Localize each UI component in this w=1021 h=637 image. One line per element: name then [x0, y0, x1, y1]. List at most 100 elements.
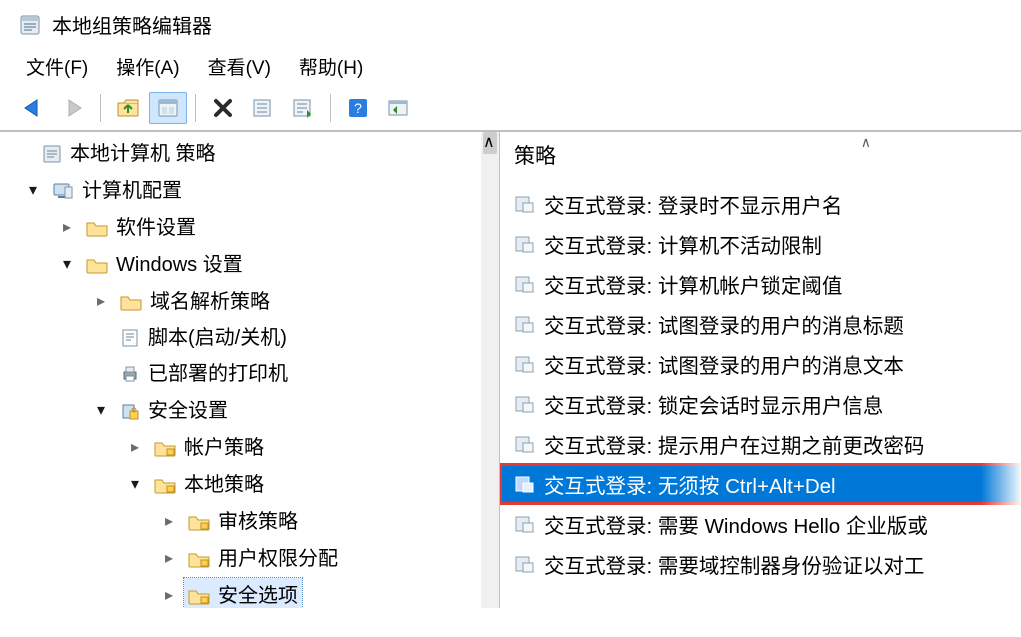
- tree-security-options[interactable]: 安全选项: [0, 577, 499, 608]
- policy-item-label: 交互式登录: 登录时不显示用户名: [544, 189, 842, 219]
- chevron-down-icon[interactable]: [24, 172, 42, 209]
- scroll-indicator-icon: ∧: [861, 134, 871, 151]
- policy-item[interactable]: 交互式登录: 锁定会话时显示用户信息: [500, 384, 1021, 424]
- policy-item[interactable]: 交互式登录: 试图登录的用户的消息标题: [500, 304, 1021, 344]
- policy-setting-icon: [514, 474, 534, 494]
- tree-label: 本地策略: [184, 467, 264, 503]
- window-title: 本地组策略编辑器: [52, 10, 212, 39]
- chevron-down-icon[interactable]: [58, 246, 76, 283]
- tree-label: 用户权限分配: [218, 541, 338, 577]
- policy-item-label: 交互式登录: 计算机不活动限制: [544, 229, 822, 259]
- folder-icon: [120, 293, 142, 311]
- scrollbar-thumb[interactable]: ∧: [483, 132, 497, 154]
- policy-setting-icon: [514, 274, 534, 294]
- menu-view[interactable]: 查看(V): [208, 53, 271, 80]
- folder-lock-icon: [188, 550, 210, 568]
- policy-setting-icon: [514, 314, 534, 334]
- chevron-right-icon[interactable]: [160, 577, 178, 608]
- tree-account-policy[interactable]: 帐户策略: [0, 429, 499, 466]
- policy-item[interactable]: 交互式登录: 试图登录的用户的消息文本: [500, 344, 1021, 384]
- policy-item[interactable]: 交互式登录: 计算机帐户锁定阈值: [500, 264, 1021, 304]
- delete-button[interactable]: [204, 92, 242, 124]
- chevron-right-icon[interactable]: [126, 429, 144, 466]
- toolbar-separator-3: [330, 94, 331, 122]
- main-panes: 本地计算机 策略 计算机配置: [0, 131, 1021, 608]
- policy-column-header[interactable]: 策略: [500, 132, 1021, 184]
- policy-list: 交互式登录: 登录时不显示用户名交互式登录: 计算机不活动限制交互式登录: 计算…: [500, 184, 1021, 584]
- tree-local-policy[interactable]: 本地策略: [0, 466, 499, 503]
- tree-label: 安全设置: [148, 393, 228, 429]
- console-root-icon: [42, 144, 62, 164]
- policy-item[interactable]: 交互式登录: 需要 Windows Hello 企业版或: [500, 504, 1021, 544]
- policy-item[interactable]: 交互式登录: 登录时不显示用户名: [500, 184, 1021, 224]
- tree-label: 软件设置: [116, 210, 196, 246]
- script-icon: [120, 328, 140, 348]
- tree-printers[interactable]: 已部署的打印机: [0, 356, 499, 392]
- tree-user-rights[interactable]: 用户权限分配: [0, 540, 499, 577]
- chevron-down-icon[interactable]: [92, 392, 110, 429]
- tree-audit-policy[interactable]: 审核策略: [0, 503, 499, 540]
- policy-setting-icon: [514, 394, 534, 414]
- policy-item[interactable]: 交互式登录: 提示用户在过期之前更改密码: [500, 424, 1021, 464]
- policy-setting-icon: [514, 514, 534, 534]
- policy-setting-icon: [514, 354, 534, 374]
- back-button[interactable]: [14, 92, 52, 124]
- policy-item-label: 交互式登录: 需要 Windows Hello 企业版或: [544, 509, 928, 539]
- forward-button[interactable]: [54, 92, 92, 124]
- tree-security-settings[interactable]: 安全设置: [0, 392, 499, 429]
- svg-text:?: ?: [354, 100, 362, 116]
- policy-item-label: 交互式登录: 提示用户在过期之前更改密码: [544, 429, 924, 459]
- tree-label: 脚本(启动/关机): [148, 320, 287, 356]
- help-button[interactable]: ?: [339, 92, 377, 124]
- tree-software-settings[interactable]: 软件设置: [0, 209, 499, 246]
- tree-dns-policy[interactable]: 域名解析策略: [0, 283, 499, 320]
- show-pane-button[interactable]: [379, 92, 417, 124]
- policy-item[interactable]: 交互式登录: 需要域控制器身份验证以对工: [500, 544, 1021, 584]
- tree-label: 已部署的打印机: [148, 356, 288, 392]
- tree: 本地计算机 策略 计算机配置: [0, 132, 499, 608]
- toolbar-separator: [100, 94, 101, 122]
- chevron-right-icon[interactable]: [160, 503, 178, 540]
- app-icon: [18, 13, 42, 37]
- chevron-right-icon[interactable]: [92, 283, 110, 320]
- tree-root-label: 本地计算机 策略: [70, 136, 216, 172]
- tree-pane: 本地计算机 策略 计算机配置: [0, 132, 500, 608]
- policy-item-label: 交互式登录: 试图登录的用户的消息标题: [544, 309, 904, 339]
- chevron-right-icon[interactable]: [58, 209, 76, 246]
- tree-computer-config[interactable]: 计算机配置: [0, 172, 499, 209]
- folder-lock-icon: [154, 439, 176, 457]
- tree-windows-settings[interactable]: Windows 设置: [0, 246, 499, 283]
- scrollbar[interactable]: ∧: [481, 132, 499, 608]
- policy-setting-icon: [514, 434, 534, 454]
- menubar: 文件(F) 操作(A) 查看(V) 帮助(H): [0, 47, 1021, 90]
- folder-icon: [86, 219, 108, 237]
- menu-action[interactable]: 操作(A): [116, 53, 179, 80]
- policy-item-label: 交互式登录: 试图登录的用户的消息文本: [544, 349, 904, 379]
- folder-lock-icon: [188, 513, 210, 531]
- tree-root[interactable]: 本地计算机 策略: [0, 136, 499, 172]
- toolbar: ?: [0, 90, 1021, 131]
- menu-help[interactable]: 帮助(H): [299, 53, 363, 80]
- policy-setting-icon: [514, 554, 534, 574]
- refresh-button[interactable]: [284, 92, 322, 124]
- policy-pane: ∧ 策略 交互式登录: 登录时不显示用户名交互式登录: 计算机不活动限制交互式登…: [500, 132, 1021, 608]
- printer-icon: [120, 364, 140, 384]
- policy-item-label: 交互式登录: 需要域控制器身份验证以对工: [544, 549, 924, 579]
- policy-item[interactable]: 交互式登录: 计算机不活动限制: [500, 224, 1021, 264]
- folder-lock-icon: [188, 587, 210, 605]
- tree-label: 计算机配置: [82, 173, 182, 209]
- titlebar: 本地组策略编辑器: [0, 0, 1021, 47]
- tree-label: 安全选项: [218, 578, 298, 609]
- tree-scripts[interactable]: 脚本(启动/关机): [0, 320, 499, 356]
- policy-item[interactable]: 交互式登录: 无须按 Ctrl+Alt+Del: [500, 464, 1021, 504]
- chevron-down-icon[interactable]: [126, 466, 144, 503]
- menu-file[interactable]: 文件(F): [26, 53, 88, 80]
- toolbar-separator-2: [195, 94, 196, 122]
- security-icon: [120, 401, 140, 421]
- export-list-button[interactable]: [244, 92, 282, 124]
- folder-up-button[interactable]: [109, 92, 147, 124]
- properties-button[interactable]: [149, 92, 187, 124]
- chevron-right-icon[interactable]: [160, 540, 178, 577]
- folder-icon: [86, 256, 108, 274]
- policy-setting-icon: [514, 234, 534, 254]
